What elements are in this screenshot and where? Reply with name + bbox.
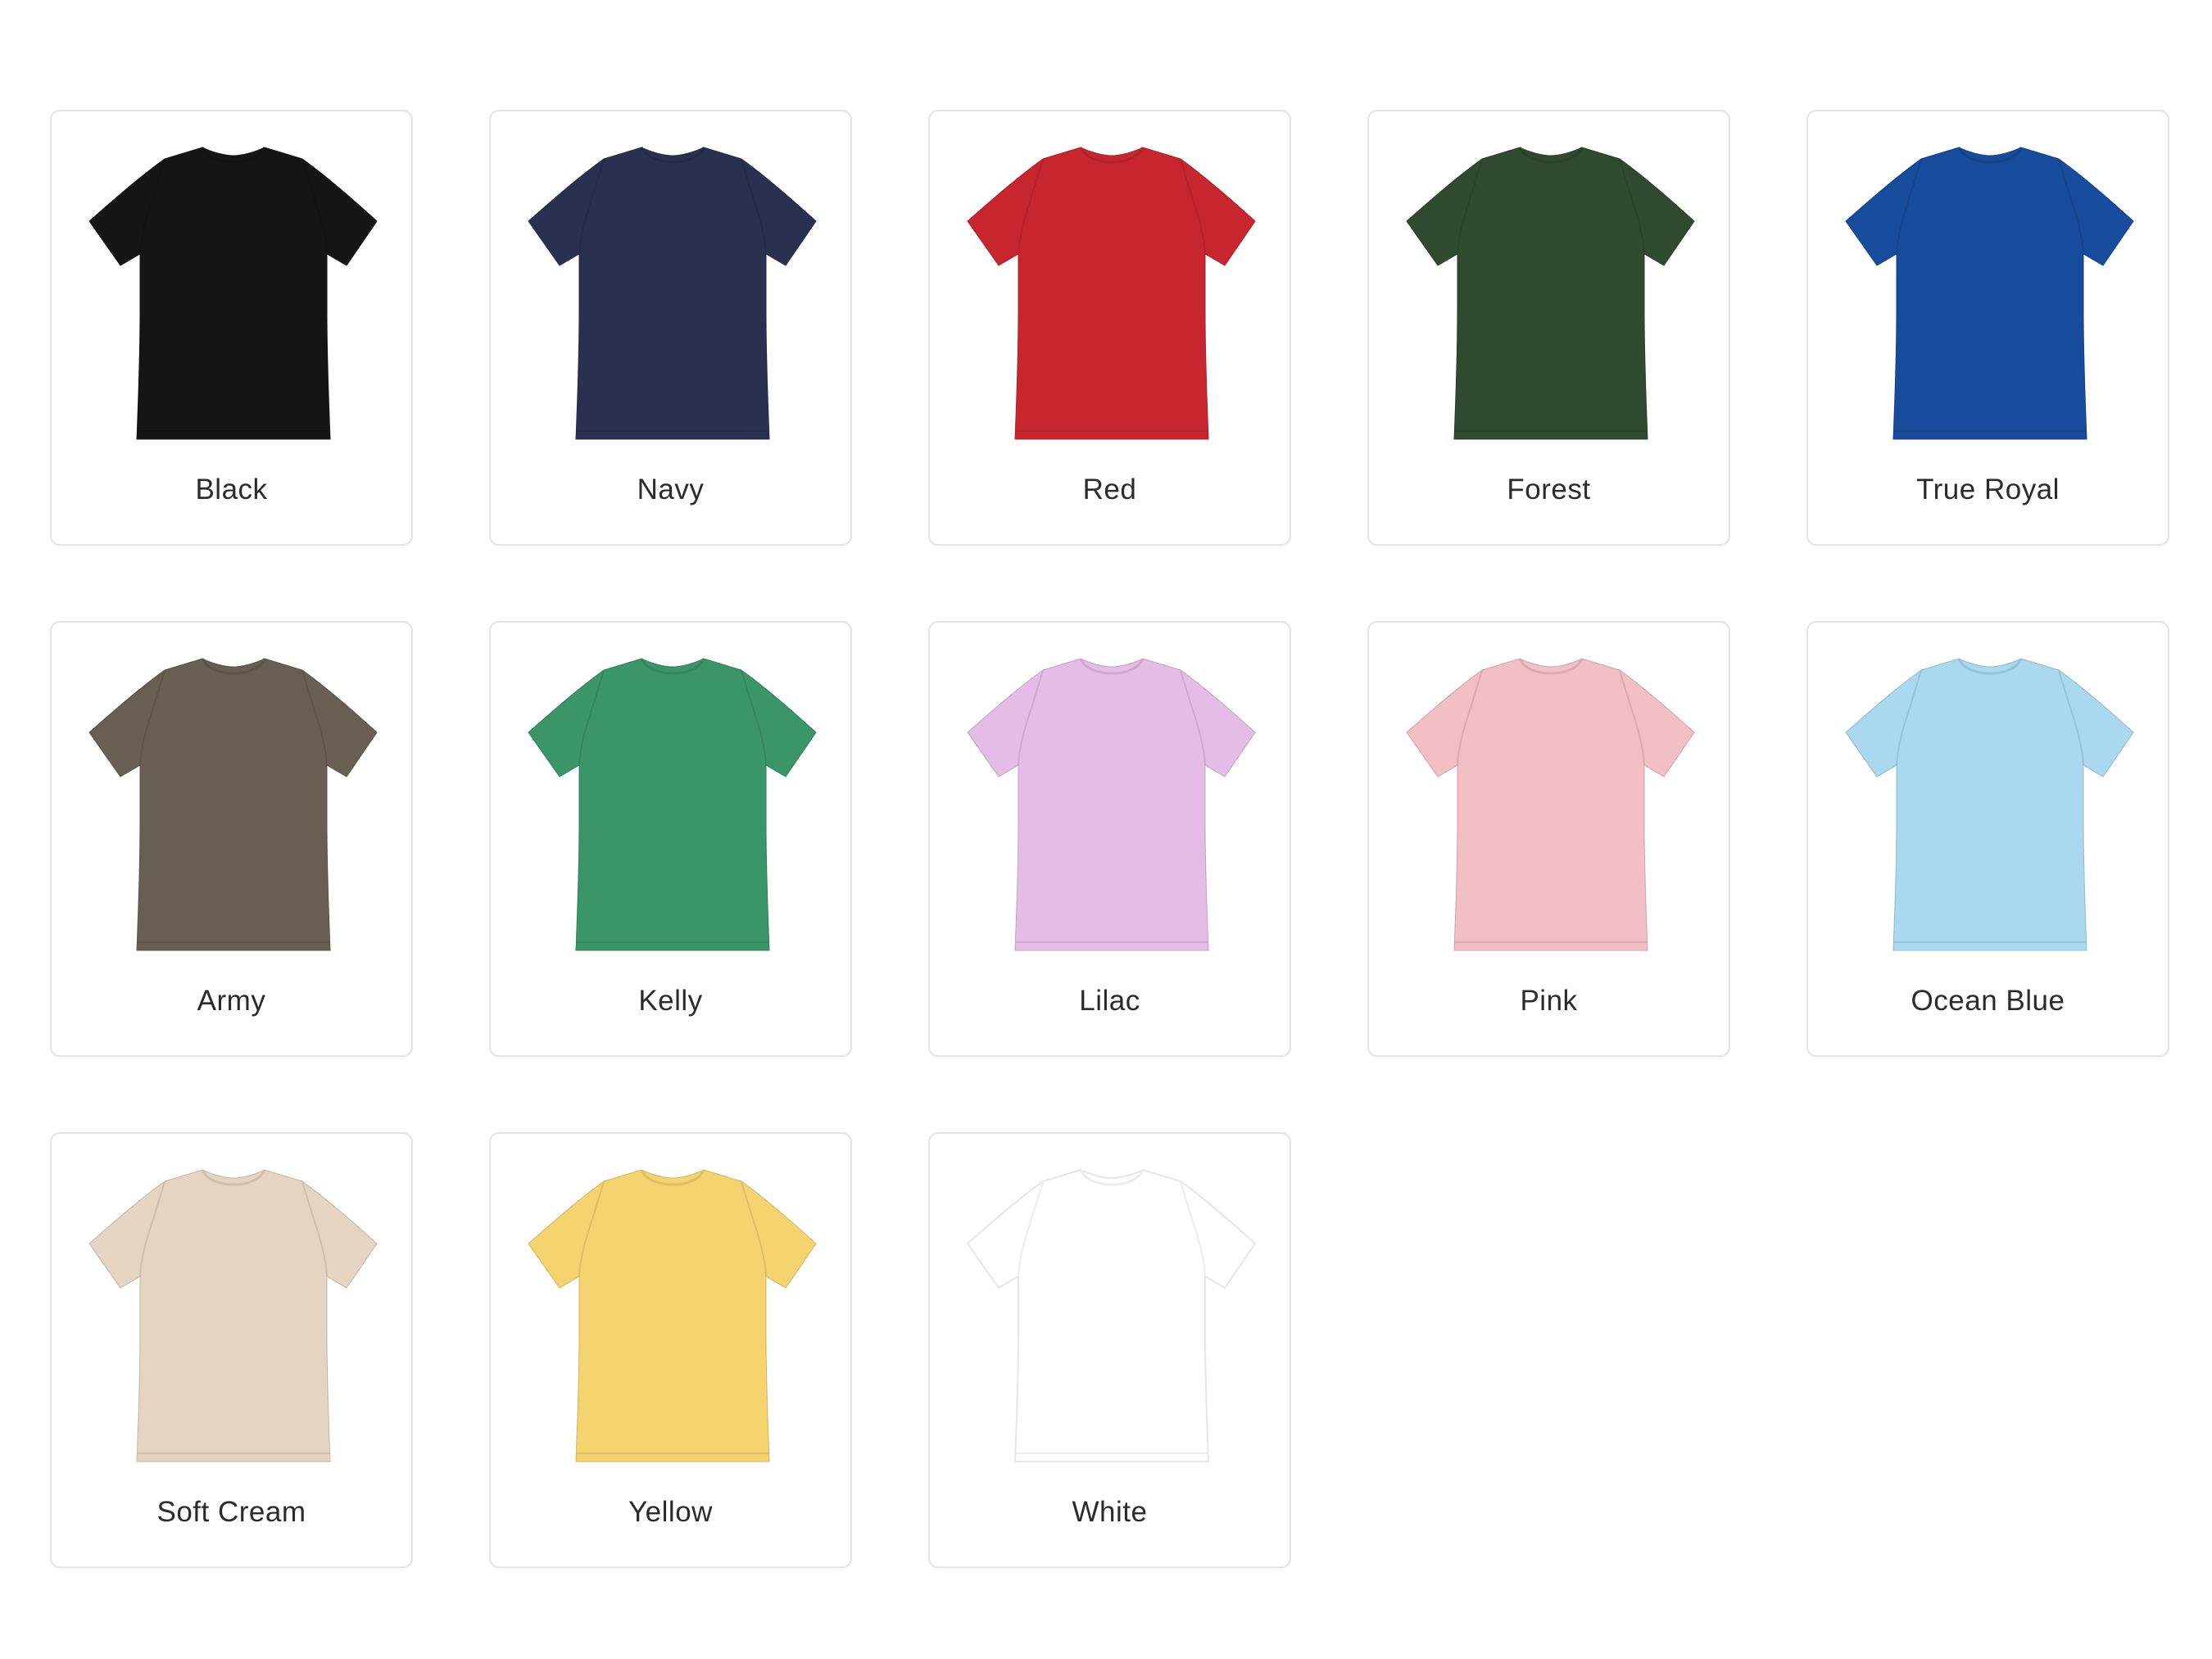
tshirt-body (967, 658, 1256, 951)
swatch-label: Yellow (628, 1496, 713, 1528)
swatch-card-navy[interactable]: Navy (489, 110, 852, 546)
tshirt-graphic (1406, 658, 1695, 951)
tshirt-graphic (1845, 147, 2134, 440)
color-swatch-grid: Black Navy Red Forest True Royal Army Ke… (0, 0, 2212, 1659)
swatch-label: Navy (637, 474, 705, 505)
tshirt-icon (966, 1165, 1257, 1466)
tshirt-icon (1405, 143, 1696, 443)
tshirt-graphic (1406, 147, 1695, 440)
tshirt-body (1406, 147, 1695, 440)
tshirt-graphic (88, 1169, 378, 1462)
swatch-label: Forest (1507, 474, 1591, 505)
swatch-label: Ocean Blue (1911, 985, 2065, 1017)
tshirt-graphic (88, 147, 378, 440)
tshirt-icon (1844, 143, 2135, 443)
tshirt-body (88, 658, 378, 951)
tshirt-icon (966, 654, 1257, 954)
swatch-card-black[interactable]: Black (50, 110, 413, 546)
tshirt-body (1845, 147, 2134, 440)
tshirt-icon (1405, 654, 1696, 954)
swatch-label: Soft Cream (156, 1496, 306, 1528)
tshirt-body (1406, 658, 1695, 951)
tshirt-graphic (967, 658, 1256, 951)
swatch-card-true-royal[interactable]: True Royal (1806, 110, 2169, 546)
tshirt-icon (527, 143, 818, 443)
swatch-card-soft-cream[interactable]: Soft Cream (50, 1132, 413, 1568)
swatch-label: Black (195, 474, 268, 505)
tshirt-icon (527, 654, 818, 954)
tshirt-body (528, 147, 817, 440)
swatch-card-lilac[interactable]: Lilac (928, 621, 1291, 1057)
swatch-card-white[interactable]: White (928, 1132, 1291, 1568)
tshirt-icon (527, 1165, 818, 1466)
tshirt-body (528, 1169, 817, 1462)
swatch-card-yellow[interactable]: Yellow (489, 1132, 852, 1568)
swatch-card-ocean-blue[interactable]: Ocean Blue (1806, 621, 2169, 1057)
tshirt-icon (88, 654, 378, 954)
tshirt-icon (966, 143, 1257, 443)
tshirt-graphic (528, 1169, 817, 1462)
tshirt-body (88, 147, 378, 440)
swatch-label: Army (197, 985, 266, 1017)
swatch-label: Red (1082, 474, 1137, 505)
tshirt-graphic (528, 658, 817, 951)
tshirt-icon (1844, 654, 2135, 954)
swatch-label: True Royal (1916, 474, 2060, 505)
tshirt-body (967, 147, 1256, 440)
swatch-card-kelly[interactable]: Kelly (489, 621, 852, 1057)
tshirt-graphic (528, 147, 817, 440)
swatch-label: Kelly (638, 985, 703, 1017)
tshirt-graphic (966, 1168, 1257, 1462)
swatch-label: Lilac (1079, 985, 1140, 1017)
tshirt-graphic (1845, 658, 2134, 951)
swatch-card-pink[interactable]: Pink (1367, 621, 1730, 1057)
tshirt-icon (88, 1165, 378, 1466)
tshirt-body (1845, 658, 2134, 951)
swatch-card-army[interactable]: Army (50, 621, 413, 1057)
tshirt-icon (88, 143, 378, 443)
swatch-label: Pink (1520, 985, 1578, 1017)
tshirt-body (88, 1169, 378, 1462)
swatch-label: White (1072, 1496, 1148, 1528)
swatch-card-red[interactable]: Red (928, 110, 1291, 546)
tshirt-body (528, 658, 817, 951)
swatch-card-forest[interactable]: Forest (1367, 110, 1730, 546)
tshirt-body (966, 1168, 1257, 1462)
tshirt-graphic (967, 147, 1256, 440)
tshirt-graphic (88, 658, 378, 951)
